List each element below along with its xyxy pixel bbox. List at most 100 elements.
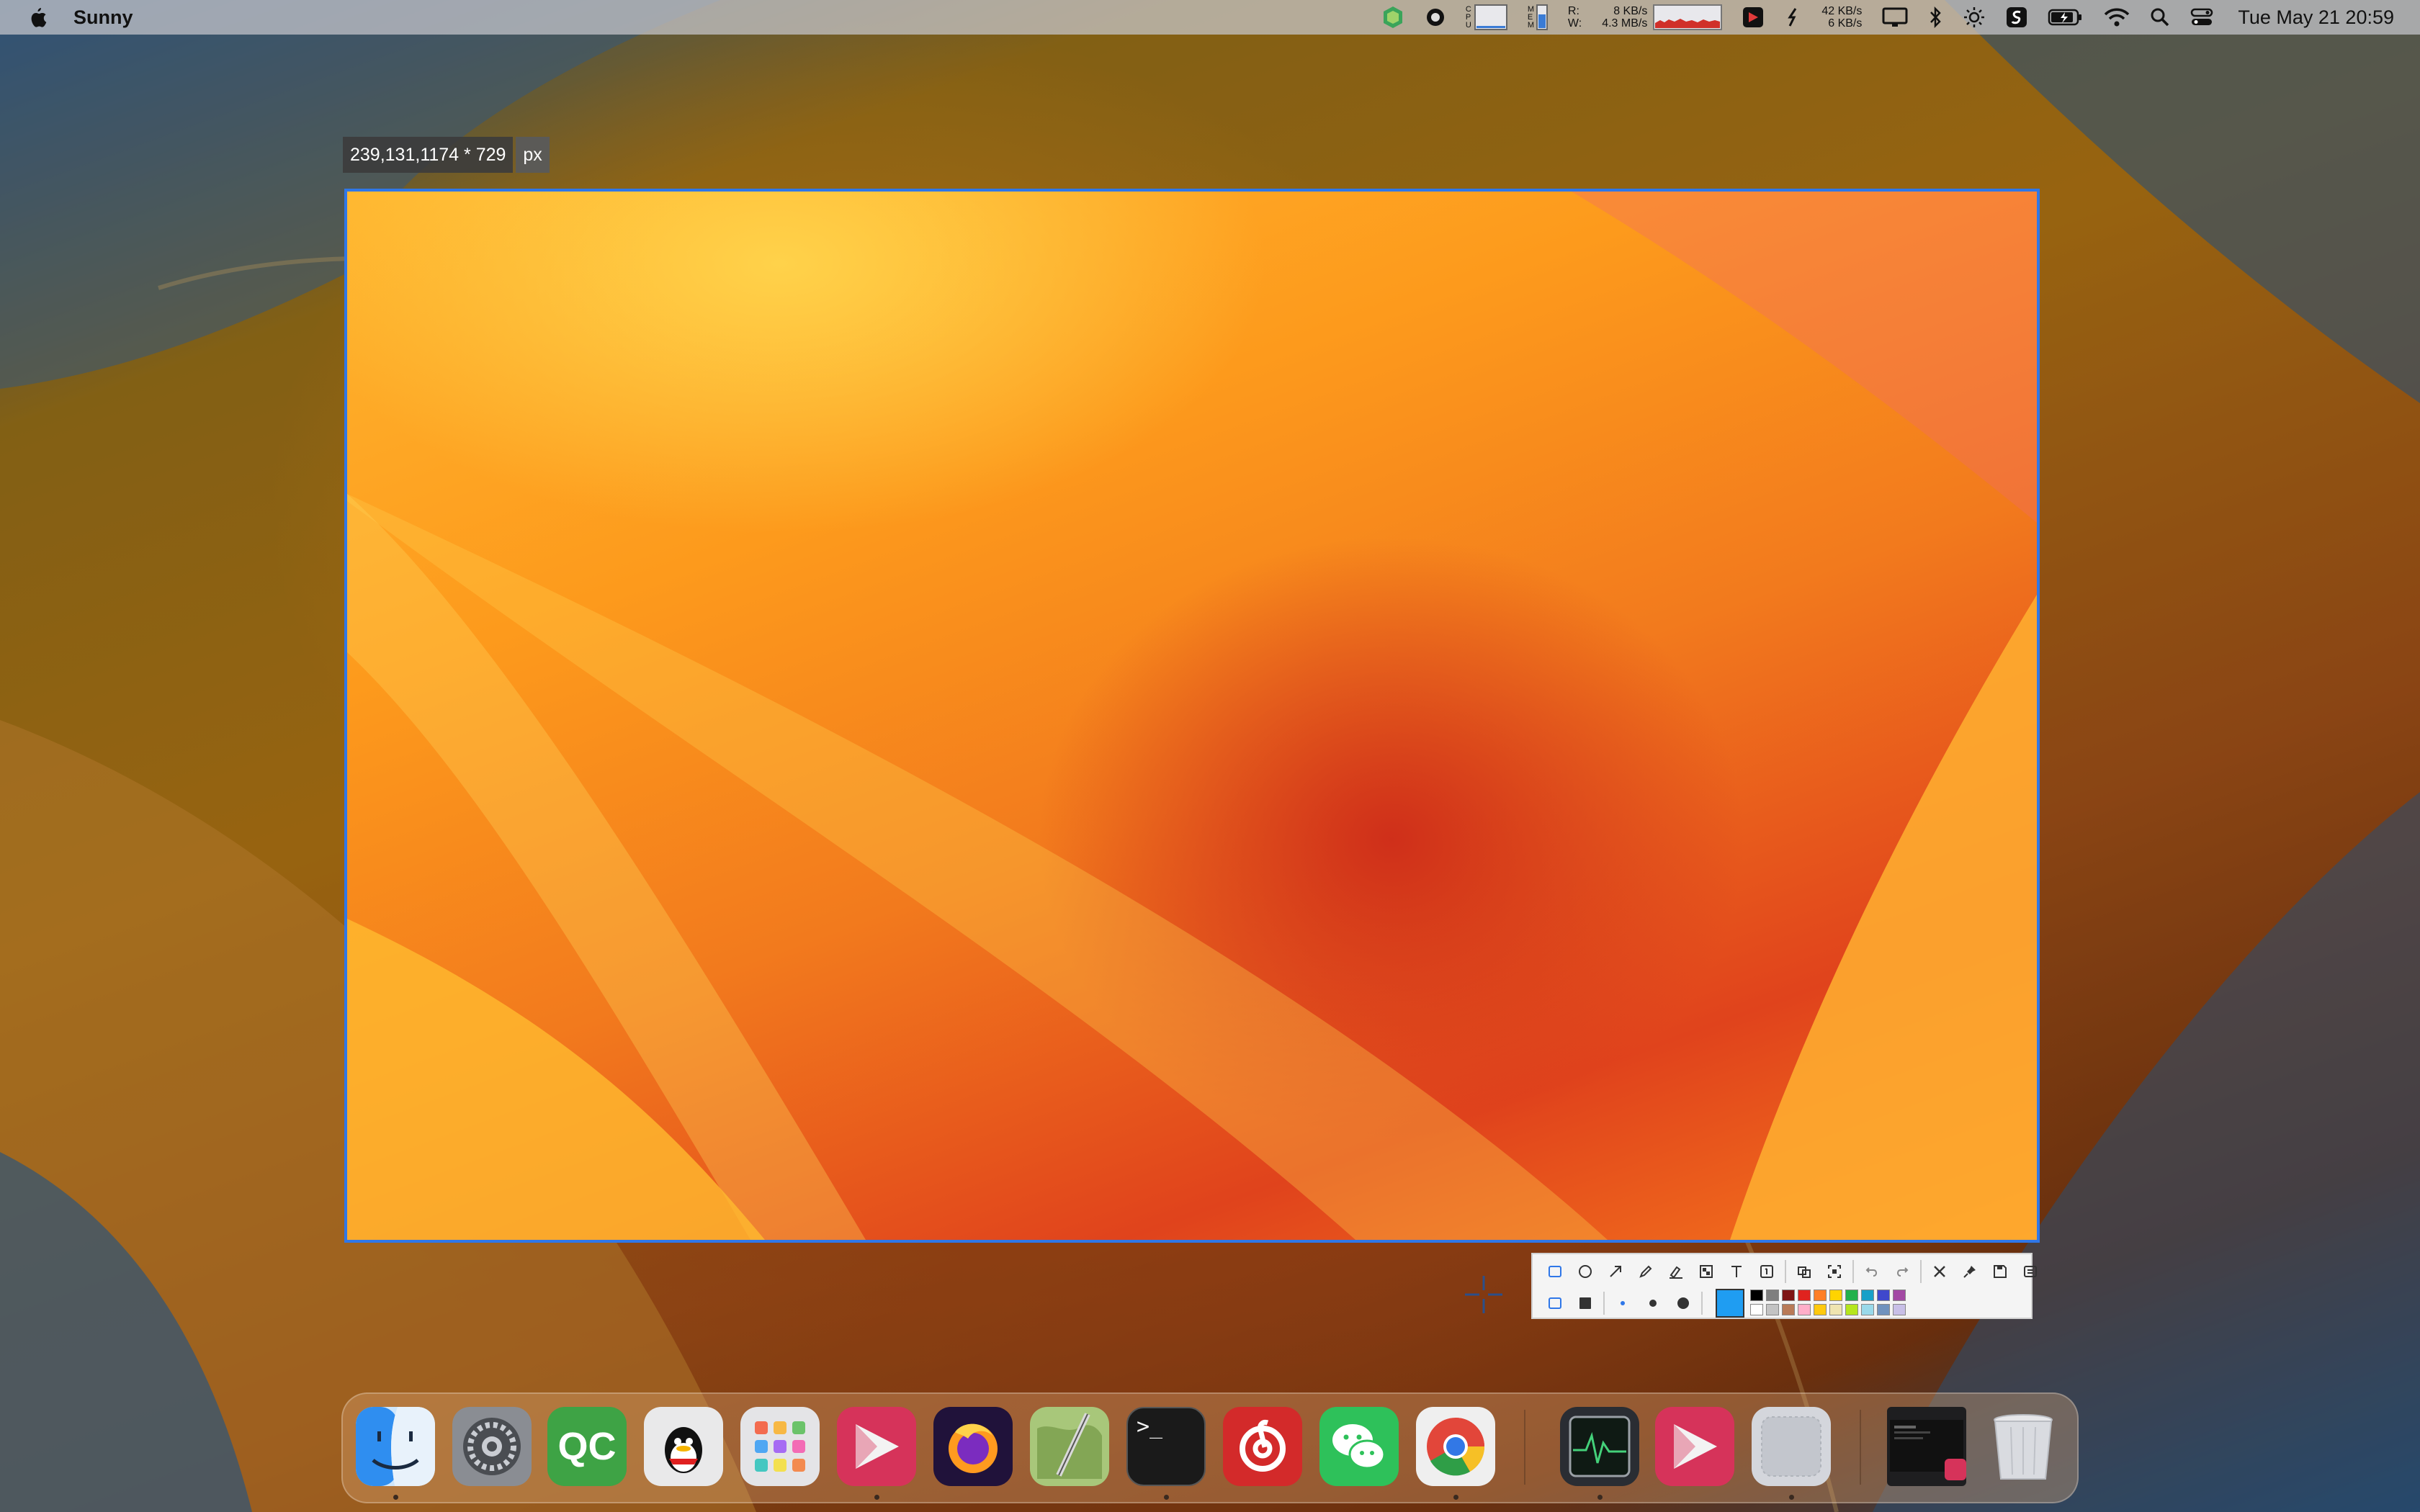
menu-bar-extras: C P U M E M R: W: 8 KB/s 4.3 MB/s 42 KB/… — [1371, 0, 2420, 35]
copy-icon[interactable] — [2015, 1257, 2045, 1286]
battery-icon[interactable] — [2048, 0, 2084, 35]
trash-icon[interactable] — [1984, 1407, 2063, 1486]
toolbar-separator — [1785, 1260, 1786, 1283]
cpu-monitor-icon[interactable]: C P U — [1466, 0, 1507, 35]
color-swatch[interactable] — [1750, 1304, 1763, 1315]
toolbar-separator — [1701, 1292, 1703, 1315]
rectangle-icon[interactable] — [1540, 1257, 1570, 1286]
color-swatch[interactable] — [1798, 1304, 1811, 1315]
running-indicator — [1597, 1495, 1603, 1500]
toolbar-separator — [1920, 1260, 1922, 1283]
close-icon[interactable] — [1924, 1257, 1955, 1286]
current-color-swatch[interactable] — [1716, 1289, 1744, 1318]
color-swatch[interactable] — [1766, 1304, 1779, 1315]
mem-label: M E M — [1527, 4, 1535, 30]
record-icon[interactable] — [1425, 0, 1446, 35]
sync-icon[interactable] — [1784, 0, 1801, 35]
display-icon[interactable] — [1882, 0, 1908, 35]
ellipse-icon[interactable] — [1570, 1257, 1600, 1286]
disk-read-value: 8 KB/s — [1613, 5, 1648, 17]
sunny-app-icon[interactable] — [1381, 0, 1405, 35]
color-swatch[interactable] — [1814, 1290, 1827, 1301]
mosaic-icon[interactable] — [1691, 1257, 1721, 1286]
medium-dot-icon[interactable] — [1638, 1289, 1668, 1318]
active-app-name[interactable]: Sunny — [73, 6, 133, 29]
control-center-icon[interactable] — [2190, 0, 2213, 35]
qc-app-icon[interactable]: QC — [547, 1407, 627, 1486]
color-swatch[interactable] — [1766, 1290, 1779, 1301]
disk-rw-monitor-icon[interactable]: R: W: 8 KB/s 4.3 MB/s — [1567, 0, 1723, 35]
qq-icon[interactable] — [644, 1407, 723, 1486]
small-dot-icon[interactable] — [1608, 1289, 1638, 1318]
annotation-toolbar — [1531, 1253, 2037, 1319]
firefox-icon[interactable] — [933, 1407, 1013, 1486]
color-swatch[interactable] — [1750, 1290, 1763, 1301]
chrome-icon[interactable] — [1416, 1407, 1495, 1486]
scan-icon[interactable] — [1819, 1257, 1850, 1286]
color-swatch[interactable] — [1798, 1290, 1811, 1301]
color-swatch[interactable] — [1877, 1304, 1890, 1315]
color-swatch[interactable] — [1782, 1290, 1795, 1301]
screenshot-app-icon[interactable] — [2006, 0, 2027, 35]
parallels-icon[interactable] — [1742, 0, 1764, 35]
blank-app-icon[interactable] — [1752, 1407, 1831, 1486]
mem-monitor-icon[interactable]: M E M — [1528, 0, 1548, 35]
capture-selection-region[interactable] — [344, 189, 2040, 1243]
wifi-icon[interactable] — [2104, 0, 2130, 35]
color-swatch[interactable] — [1845, 1290, 1858, 1301]
large-dot-icon[interactable] — [1668, 1289, 1698, 1318]
color-swatch[interactable] — [1845, 1304, 1858, 1315]
netease-music-icon[interactable] — [1223, 1407, 1302, 1486]
parallels-desktop-2-icon[interactable] — [1655, 1407, 1734, 1486]
wechat-icon[interactable] — [1319, 1407, 1399, 1486]
color-palette — [1750, 1290, 1907, 1317]
color-swatch[interactable] — [1814, 1304, 1827, 1315]
activity-monitor-icon[interactable] — [1560, 1407, 1639, 1486]
color-swatch[interactable] — [1893, 1290, 1906, 1301]
dock-separator — [1860, 1410, 1861, 1485]
brightness-icon[interactable] — [1963, 0, 1986, 35]
bluetooth-icon[interactable] — [1928, 0, 1942, 35]
pin-icon[interactable] — [1955, 1257, 1985, 1286]
terminal-icon[interactable]: >_ — [1126, 1407, 1206, 1486]
running-indicator — [874, 1495, 879, 1500]
dock: QC >_ — [341, 1392, 2079, 1503]
highlighter-icon[interactable] — [1661, 1257, 1691, 1286]
color-swatch[interactable] — [1861, 1290, 1874, 1301]
apple-icon[interactable] — [27, 6, 48, 29]
undo-icon[interactable] — [1857, 1257, 1887, 1286]
pencil-icon[interactable] — [1631, 1257, 1661, 1286]
system-settings-icon[interactable] — [452, 1407, 532, 1486]
selection-size-unit: px — [516, 137, 550, 173]
menu-bar: Sunny C P U M E M R: W: 8 KB/s 4.3 MB/s — [0, 0, 2420, 35]
text-icon[interactable] — [1721, 1257, 1752, 1286]
parallels-desktop-icon[interactable] — [837, 1407, 916, 1486]
spotlight-icon[interactable] — [2150, 0, 2170, 35]
selection-wallpaper-waves — [347, 192, 2037, 1240]
outline-rect-icon[interactable] — [1540, 1289, 1570, 1318]
color-swatch[interactable] — [1893, 1304, 1906, 1315]
redo-icon[interactable] — [1887, 1257, 1917, 1286]
disk-write-label: W: — [1567, 17, 1582, 30]
ocr-icon[interactable] — [1789, 1257, 1819, 1286]
network-speed-icon[interactable]: 42 KB/s 6 KB/s — [1821, 0, 1862, 35]
color-swatch[interactable] — [1877, 1290, 1890, 1301]
number-marker-icon[interactable] — [1752, 1257, 1782, 1286]
launchpad-icon[interactable] — [740, 1407, 820, 1486]
color-swatch[interactable] — [1829, 1290, 1842, 1301]
color-swatch[interactable] — [1861, 1304, 1874, 1315]
save-icon[interactable] — [1985, 1257, 2015, 1286]
toolbar-options-row — [1540, 1289, 1907, 1318]
menu-bar-clock[interactable]: Tue May 21 20:59 — [2238, 6, 2394, 29]
finder-icon[interactable] — [356, 1407, 435, 1486]
dock-separator — [1524, 1410, 1525, 1485]
color-swatch[interactable] — [1782, 1304, 1795, 1315]
running-indicator — [1164, 1495, 1169, 1500]
script-editor-icon[interactable] — [1030, 1407, 1109, 1486]
cpu-label: C P U — [1465, 4, 1471, 30]
arrow-icon[interactable] — [1600, 1257, 1631, 1286]
selection-size-text: 239,131,1174 * 729 — [343, 137, 514, 173]
window-preview-icon[interactable] — [1887, 1407, 1966, 1486]
color-swatch[interactable] — [1829, 1304, 1842, 1315]
filled-rect-icon[interactable] — [1570, 1289, 1600, 1318]
